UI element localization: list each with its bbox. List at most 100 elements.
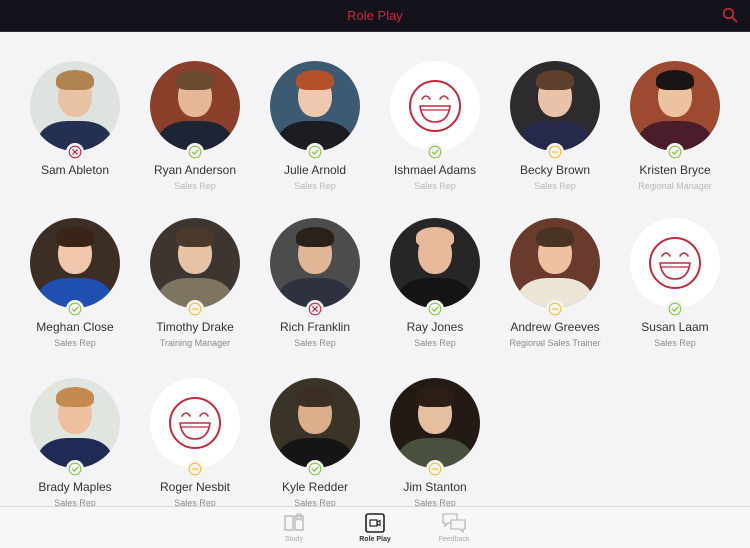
avatar bbox=[390, 218, 480, 308]
photo-hair bbox=[416, 387, 454, 407]
check-circle-icon bbox=[188, 145, 202, 159]
person-card[interactable]: Sam Ableton bbox=[15, 61, 135, 181]
person-card[interactable]: Timothy Drake Training Manager bbox=[135, 218, 255, 348]
smiley-face-icon bbox=[169, 397, 221, 449]
status-badge bbox=[426, 143, 444, 161]
person-role: Sales Rep bbox=[54, 338, 96, 348]
avatar bbox=[390, 378, 480, 468]
tab-label: Role Play bbox=[359, 536, 391, 543]
status-badge bbox=[306, 460, 324, 478]
x-circle-icon bbox=[68, 145, 82, 159]
person-card[interactable]: Roger Nesbit Sales Rep bbox=[135, 378, 255, 506]
person-name: Timothy Drake bbox=[156, 320, 234, 334]
photo-hair bbox=[536, 70, 574, 90]
status-badge bbox=[66, 300, 84, 318]
status-badge bbox=[546, 300, 564, 318]
photo-hair bbox=[56, 227, 94, 247]
person-card[interactable]: Becky Brown Sales Rep bbox=[495, 61, 615, 191]
photo-hair bbox=[296, 227, 334, 247]
person-card[interactable]: Julie Arnold Sales Rep bbox=[255, 61, 375, 191]
person-name: Sam Ableton bbox=[40, 163, 110, 177]
check-circle-icon bbox=[68, 462, 82, 476]
person-card[interactable]: Rich Franklin Sales Rep bbox=[255, 218, 375, 348]
person-name: Ishmael Adams bbox=[393, 163, 477, 177]
minus-circle-icon bbox=[548, 145, 562, 159]
avatar bbox=[150, 218, 240, 308]
person-card[interactable]: Ishmael Adams Sales Rep bbox=[375, 61, 495, 191]
placeholder-avatar bbox=[630, 218, 720, 308]
person-card[interactable]: Brady Maples Sales Rep bbox=[15, 378, 135, 506]
person-card[interactable]: Meghan Close Sales Rep bbox=[15, 218, 135, 348]
person-card[interactable]: Andrew Greeves Regional Sales Trainer bbox=[495, 218, 615, 348]
avatar bbox=[270, 218, 360, 308]
status-badge bbox=[666, 300, 684, 318]
search-button[interactable] bbox=[722, 7, 738, 23]
person-role: Sales Rep bbox=[414, 498, 456, 506]
minus-circle-icon bbox=[548, 302, 562, 316]
person-role: Regional Sales Trainer bbox=[509, 338, 601, 348]
status-badge bbox=[546, 143, 564, 161]
check-circle-icon bbox=[68, 302, 82, 316]
status-badge bbox=[666, 143, 684, 161]
status-badge bbox=[66, 460, 84, 478]
person-card[interactable]: Kristen Bryce Regional Manager bbox=[615, 61, 735, 191]
person-name: Julie Arnold bbox=[283, 163, 347, 177]
person-role: Sales Rep bbox=[654, 338, 696, 348]
chat-bubbles-icon bbox=[442, 513, 466, 533]
person-role: Sales Rep bbox=[294, 181, 336, 191]
person-name: Kristen Bryce bbox=[639, 163, 711, 177]
person-role: Sales Rep bbox=[54, 498, 96, 506]
person-name: Meghan Close bbox=[36, 320, 114, 334]
person-name: Kyle Redder bbox=[281, 480, 349, 494]
person-name: Roger Nesbit bbox=[159, 480, 231, 494]
tab-study[interactable]: Study bbox=[264, 513, 324, 543]
tab-role-play[interactable]: Role Play bbox=[345, 513, 405, 543]
check-circle-icon bbox=[668, 302, 682, 316]
check-circle-icon bbox=[428, 145, 442, 159]
check-circle-icon bbox=[428, 302, 442, 316]
avatar bbox=[510, 61, 600, 151]
person-card[interactable]: Ryan Anderson Sales Rep bbox=[135, 61, 255, 191]
person-name: Ryan Anderson bbox=[153, 163, 237, 177]
person-name: Becky Brown bbox=[519, 163, 591, 177]
person-role: Sales Rep bbox=[294, 338, 336, 348]
smiley-face-icon bbox=[409, 80, 461, 132]
person-role: Sales Rep bbox=[414, 181, 456, 191]
tab-bar: Study Role Play Feedback bbox=[0, 506, 750, 548]
status-badge bbox=[306, 300, 324, 318]
person-card[interactable]: Susan Laam Sales Rep bbox=[615, 218, 735, 348]
avatar bbox=[270, 378, 360, 468]
person-role: Regional Manager bbox=[638, 181, 712, 191]
person-card[interactable]: Jim Stanton Sales Rep bbox=[375, 378, 495, 506]
person-role: Sales Rep bbox=[174, 498, 216, 506]
person-role: Sales Rep bbox=[174, 181, 216, 191]
people-grid: Sam Ableton Ryan Anderson Sales Rep Julie A… bbox=[0, 33, 750, 506]
person-role: Training Manager bbox=[159, 338, 231, 348]
book-icon bbox=[284, 513, 304, 531]
video-camera-icon bbox=[365, 513, 385, 533]
avatar bbox=[30, 378, 120, 468]
check-circle-icon bbox=[308, 145, 322, 159]
person-card[interactable]: Kyle Redder Sales Rep bbox=[255, 378, 375, 506]
photo-hair bbox=[176, 227, 214, 247]
person-card[interactable]: Ray Jones Sales Rep bbox=[375, 218, 495, 348]
person-name: Andrew Greeves bbox=[510, 320, 600, 334]
photo-hair bbox=[416, 227, 454, 247]
status-badge bbox=[426, 460, 444, 478]
placeholder-avatar bbox=[390, 61, 480, 151]
tab-label: Study bbox=[285, 536, 303, 543]
placeholder-avatar bbox=[150, 378, 240, 468]
avatar bbox=[270, 61, 360, 151]
person-name: Susan Laam bbox=[641, 320, 709, 334]
tab-label: Feedback bbox=[438, 536, 470, 543]
check-circle-icon bbox=[308, 462, 322, 476]
status-badge bbox=[66, 143, 84, 161]
tab-feedback[interactable]: Feedback bbox=[424, 513, 484, 543]
photo-hair bbox=[536, 227, 574, 247]
status-badge bbox=[186, 460, 204, 478]
status-badge bbox=[186, 143, 204, 161]
status-badge bbox=[186, 300, 204, 318]
person-role: Sales Rep bbox=[414, 338, 456, 348]
photo-hair bbox=[296, 387, 334, 407]
person-role: Sales Rep bbox=[294, 498, 336, 506]
